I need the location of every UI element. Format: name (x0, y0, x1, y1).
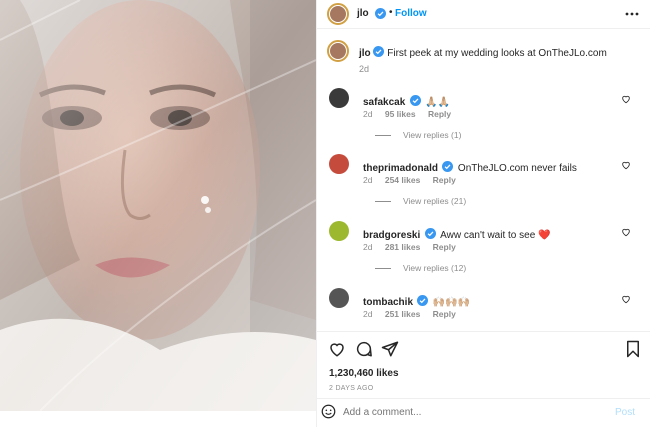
more-icon[interactable] (625, 11, 639, 17)
verified-icon (409, 95, 421, 106)
comment-icon[interactable] (355, 340, 373, 358)
comment-meta: 2d 251 likes Reply (363, 309, 456, 319)
separator-dot: • (389, 7, 393, 18)
comment-text: 🙏🏼🙏🏼 (425, 97, 451, 108)
bookmark-icon[interactable] (625, 340, 641, 358)
comment-meta: 2d 281 likes Reply (363, 242, 456, 252)
comment-time: 2d (363, 109, 373, 119)
comment-likes[interactable]: 95 likes (385, 109, 416, 119)
caption-text: First peek at my wedding looks at OnTheJ… (387, 48, 607, 59)
author-username[interactable]: jlo (357, 8, 369, 19)
post-photo[interactable] (0, 0, 316, 411)
like-count[interactable]: 1,230,460 likes (329, 368, 399, 379)
comment-meta: 2d 95 likes Reply (363, 109, 451, 119)
comment-avatar[interactable] (329, 154, 349, 174)
comment-avatar[interactable] (329, 288, 349, 308)
post-date: 2 DAYS AGO (329, 385, 374, 392)
comment-heart-icon[interactable] (621, 94, 631, 104)
reply-button[interactable]: Reply (433, 242, 456, 252)
post-comment-button[interactable]: Post (615, 407, 635, 418)
follow-button[interactable]: Follow (395, 8, 427, 19)
actions-divider (317, 331, 650, 332)
caption-time: 2d (359, 64, 370, 74)
comment-item: tombachik 🙌🏼🙌🏼🙌🏼 2d 251 likes Reply (329, 288, 639, 324)
comment-text: Aww can't wait to see ❤️ (440, 230, 551, 241)
comment-item: bradgoreski Aww can't wait to see ❤️ 2d … (329, 221, 639, 281)
comment-avatar[interactable] (329, 88, 349, 108)
verified-icon (417, 295, 429, 306)
view-replies[interactable]: View replies (21) (375, 196, 466, 206)
verified-icon (373, 46, 385, 57)
post-panel: jlo • Follow jlo First peek at my weddin… (316, 0, 650, 427)
photo-bottom-strip (0, 411, 316, 427)
share-icon[interactable] (381, 340, 399, 358)
caption-username[interactable]: jlo (359, 48, 371, 59)
caption-avatar[interactable] (330, 43, 346, 59)
comment-text: OnTheJLO.com never fails (457, 163, 577, 174)
view-replies[interactable]: View replies (12) (375, 263, 466, 273)
comment-meta: 2d 254 likes Reply (363, 175, 456, 185)
view-replies[interactable]: View replies (1) (375, 130, 461, 140)
comment-likes[interactable]: 254 likes (385, 175, 420, 185)
comment-username[interactable]: safakcak (363, 97, 405, 108)
reply-button[interactable]: Reply (428, 109, 451, 119)
comment-username[interactable]: bradgoreski (363, 230, 420, 241)
heart-icon[interactable] (328, 340, 346, 358)
wedding-photo-image (0, 0, 316, 411)
post-header: jlo • Follow (317, 0, 650, 29)
reply-button[interactable]: Reply (433, 175, 456, 185)
comment-heart-icon[interactable] (621, 294, 631, 304)
comment-likes[interactable]: 281 likes (385, 242, 420, 252)
action-bar (317, 338, 650, 360)
comment-username[interactable]: theprimadonald (363, 163, 438, 174)
reply-button[interactable]: Reply (433, 309, 456, 319)
add-comment-bar: Post (317, 399, 650, 427)
comment-heart-icon[interactable] (621, 227, 631, 237)
comment-text: 🙌🏼🙌🏼🙌🏼 (432, 297, 471, 308)
comment-time: 2d (363, 175, 373, 185)
comment-heart-icon[interactable] (621, 160, 631, 170)
verified-icon (375, 8, 386, 19)
author-avatar[interactable] (330, 6, 346, 22)
verified-icon (424, 228, 436, 239)
comment-item: theprimadonald OnTheJLO.com never fails … (329, 154, 639, 214)
comment-username[interactable]: tombachik (363, 297, 413, 308)
comment-time: 2d (363, 309, 373, 319)
comment-likes[interactable]: 251 likes (385, 309, 420, 319)
emoji-icon[interactable] (321, 404, 336, 419)
comment-time: 2d (363, 242, 373, 252)
comment-item: safakcak 🙏🏼🙏🏼 2d 95 likes Reply View rep… (329, 88, 639, 148)
verified-icon (442, 161, 454, 172)
comment-avatar[interactable] (329, 221, 349, 241)
add-comment-input[interactable] (343, 404, 583, 420)
